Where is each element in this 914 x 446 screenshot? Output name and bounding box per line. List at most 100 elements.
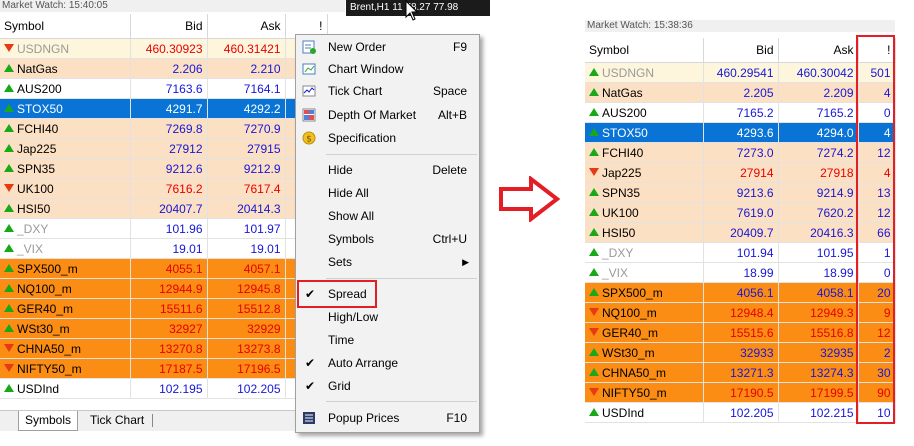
ask-cell: 101.97 [207,218,286,239]
table-row[interactable]: UK100 7616.2 7617.4 [0,178,328,199]
symbol-cell: USDNGN [0,38,131,59]
menu-item-auto-arrange[interactable]: ✔ Auto Arrange [296,352,479,374]
table-row[interactable]: HSI50 20407.7 20414.3 [0,198,328,219]
menu-item-time[interactable]: Time [296,329,479,351]
table-row[interactable]: _DXY 101.94 101.95 1 [585,242,896,263]
menu-item-high-low[interactable]: High/Low [296,306,479,328]
table-row[interactable]: USDInd 102.205 102.215 10 [585,402,896,423]
table-row[interactable]: _DXY 101.96 101.97 [0,218,328,239]
arrow-up-icon [589,68,599,77]
symbol-cell: NQ100_m [0,278,131,299]
column-header-symbol[interactable]: Symbol [0,14,131,39]
menu-item-hide-all[interactable]: Hide All [296,182,479,204]
table-row[interactable]: FCHI40 7273.0 7274.2 12 [585,142,896,163]
menu-item-new-order[interactable]: New Order F9 [296,36,479,58]
transition-arrow-icon [499,176,560,222]
menu-item-label: Time [328,333,355,347]
table-row[interactable]: NatGas 2.205 2.209 4 [585,82,896,103]
table-row[interactable]: USDNGN 460.30923 460.31421 [0,38,328,59]
bid-cell: 460.30923 [130,38,208,59]
svg-text:$: $ [306,135,312,145]
ask-cell: 27918 [778,162,859,183]
table-row[interactable]: USDInd 102.195 102.205 [0,378,328,399]
bid-cell: 102.195 [130,378,208,399]
symbol-cell: _DXY [0,218,131,239]
popup-prices-icon [303,412,315,424]
menu-item-label: Sets [328,255,353,269]
column-header-ask[interactable]: Ask [207,14,286,39]
table-row[interactable]: STOX50 4291.7 4292.2 [0,98,328,119]
column-header-bid[interactable]: Bid [130,14,208,39]
menu-item-sets[interactable]: Sets ▶ [296,251,479,273]
table-row[interactable]: SPX500_m 4055.1 4057.1 [0,258,328,279]
table-row[interactable]: CHNA50_m 13271.3 13274.3 30 [585,362,896,383]
symbol-cell: STOX50 [0,98,131,119]
symbol-cell: UK100 [0,178,131,199]
menu-item-grid[interactable]: ✔ Grid [296,375,479,397]
context-menu: New Order F9 Chart Window Tick Chart Spa… [295,34,480,433]
menu-item-label: Hide All [328,186,369,200]
table-row[interactable]: WSt30_m 32933 32935 2 [585,342,896,363]
menu-item-tick-chart[interactable]: Tick Chart Space [296,80,479,102]
table-row[interactable]: Jap225 27914 27918 4 [585,162,896,183]
table-row[interactable]: NQ100_m 12948.4 12949.3 9 [585,302,896,323]
menu-item-show-all[interactable]: Show All [296,205,479,227]
table-row[interactable]: STOX50 4293.6 4294.0 4 [585,122,896,143]
symbol-name: FCHI40 [17,121,59,136]
table-row[interactable]: SPX500_m 4056.1 4058.1 20 [585,282,896,303]
ask-cell: 7274.2 [778,142,859,163]
menu-item-popup-prices[interactable]: Popup Prices F10 [296,407,479,429]
arrow-up-icon [589,208,599,217]
table-row[interactable]: NIFTY50_m 17190.5 17199.5 90 [585,382,896,403]
ask-cell: 7270.9 [207,118,286,139]
table-row[interactable]: CHNA50_m 13270.8 13273.8 [0,338,328,359]
tab-symbols[interactable]: Symbols [18,411,79,431]
symbol-cell: NIFTY50_m [0,358,131,379]
bid-cell: 13270.8 [130,338,208,359]
arrow-up-icon [4,124,14,133]
symbol-name: FCHI40 [602,145,644,160]
menu-item-symbols[interactable]: Symbols Ctrl+U [296,228,479,250]
table-row[interactable]: SPN35 9213.6 9214.9 13 [585,182,896,203]
table-row[interactable]: USDNGN 460.29541 460.30042 501 [585,62,896,83]
symbol-cell: SPN35 [585,182,704,203]
column-header-ask[interactable]: Ask [778,38,859,63]
table-row[interactable]: NQ100_m 12944.9 12945.8 [0,278,328,299]
table-row[interactable]: GER40_m 15515.6 15516.8 12 [585,322,896,343]
bid-cell: 13271.3 [703,362,779,383]
table-row[interactable]: FCHI40 7269.8 7270.9 [0,118,328,139]
arrow-up-icon [4,284,14,293]
menu-item-label: Popup Prices [328,411,400,425]
menu-item-specification[interactable]: $ Specification [296,127,479,149]
table-row[interactable]: GER40_m 15511.6 15512.8 [0,298,328,319]
column-header-bid[interactable]: Bid [703,38,779,63]
table-row[interactable]: AUS200 7165.2 7165.2 0 [585,102,896,123]
ask-cell: 13273.8 [207,338,286,359]
arrow-up-icon [589,288,599,297]
menu-item-chart-window[interactable]: Chart Window [296,58,479,80]
ask-cell: 4058.1 [778,282,859,303]
arrow-down-icon [589,168,599,177]
table-row[interactable]: WSt30_m 32927 32929 [0,318,328,339]
table-row[interactable]: _VIX 18.99 18.99 0 [585,262,896,283]
menu-separator [326,278,477,279]
menu-item-hide[interactable]: Hide Delete [296,159,479,181]
tab-tick-chart[interactable]: Tick Chart [84,411,150,430]
arrow-up-icon [4,104,14,113]
ask-cell: 4057.1 [207,258,286,279]
table-row[interactable]: NIFTY50_m 17187.5 17196.5 [0,358,328,379]
column-header-symbol[interactable]: Symbol [585,38,704,63]
symbol-name: USDNGN [602,65,655,80]
table-row[interactable]: _VIX 19.01 19.01 [0,238,328,259]
table-row[interactable]: NatGas 2.206 2.210 [0,58,328,79]
table-row[interactable]: AUS200 7163.6 7164.1 [0,78,328,99]
menu-item-depth-of-market[interactable]: Depth Of Market Alt+B [296,104,479,126]
table-row[interactable]: HSI50 20409.7 20416.3 66 [585,222,896,243]
table-row[interactable]: Jap225 27912 27915 [0,138,328,159]
menu-item-shortcut: Space [432,84,467,98]
bid-cell: 9213.6 [703,182,779,203]
left-market-watch-title: Market Watch: 15:40:05 [0,0,345,12]
table-row[interactable]: SPN35 9212.6 9212.9 [0,158,328,179]
table-row[interactable]: UK100 7619.0 7620.2 12 [585,202,896,223]
arrow-up-icon [589,88,599,97]
